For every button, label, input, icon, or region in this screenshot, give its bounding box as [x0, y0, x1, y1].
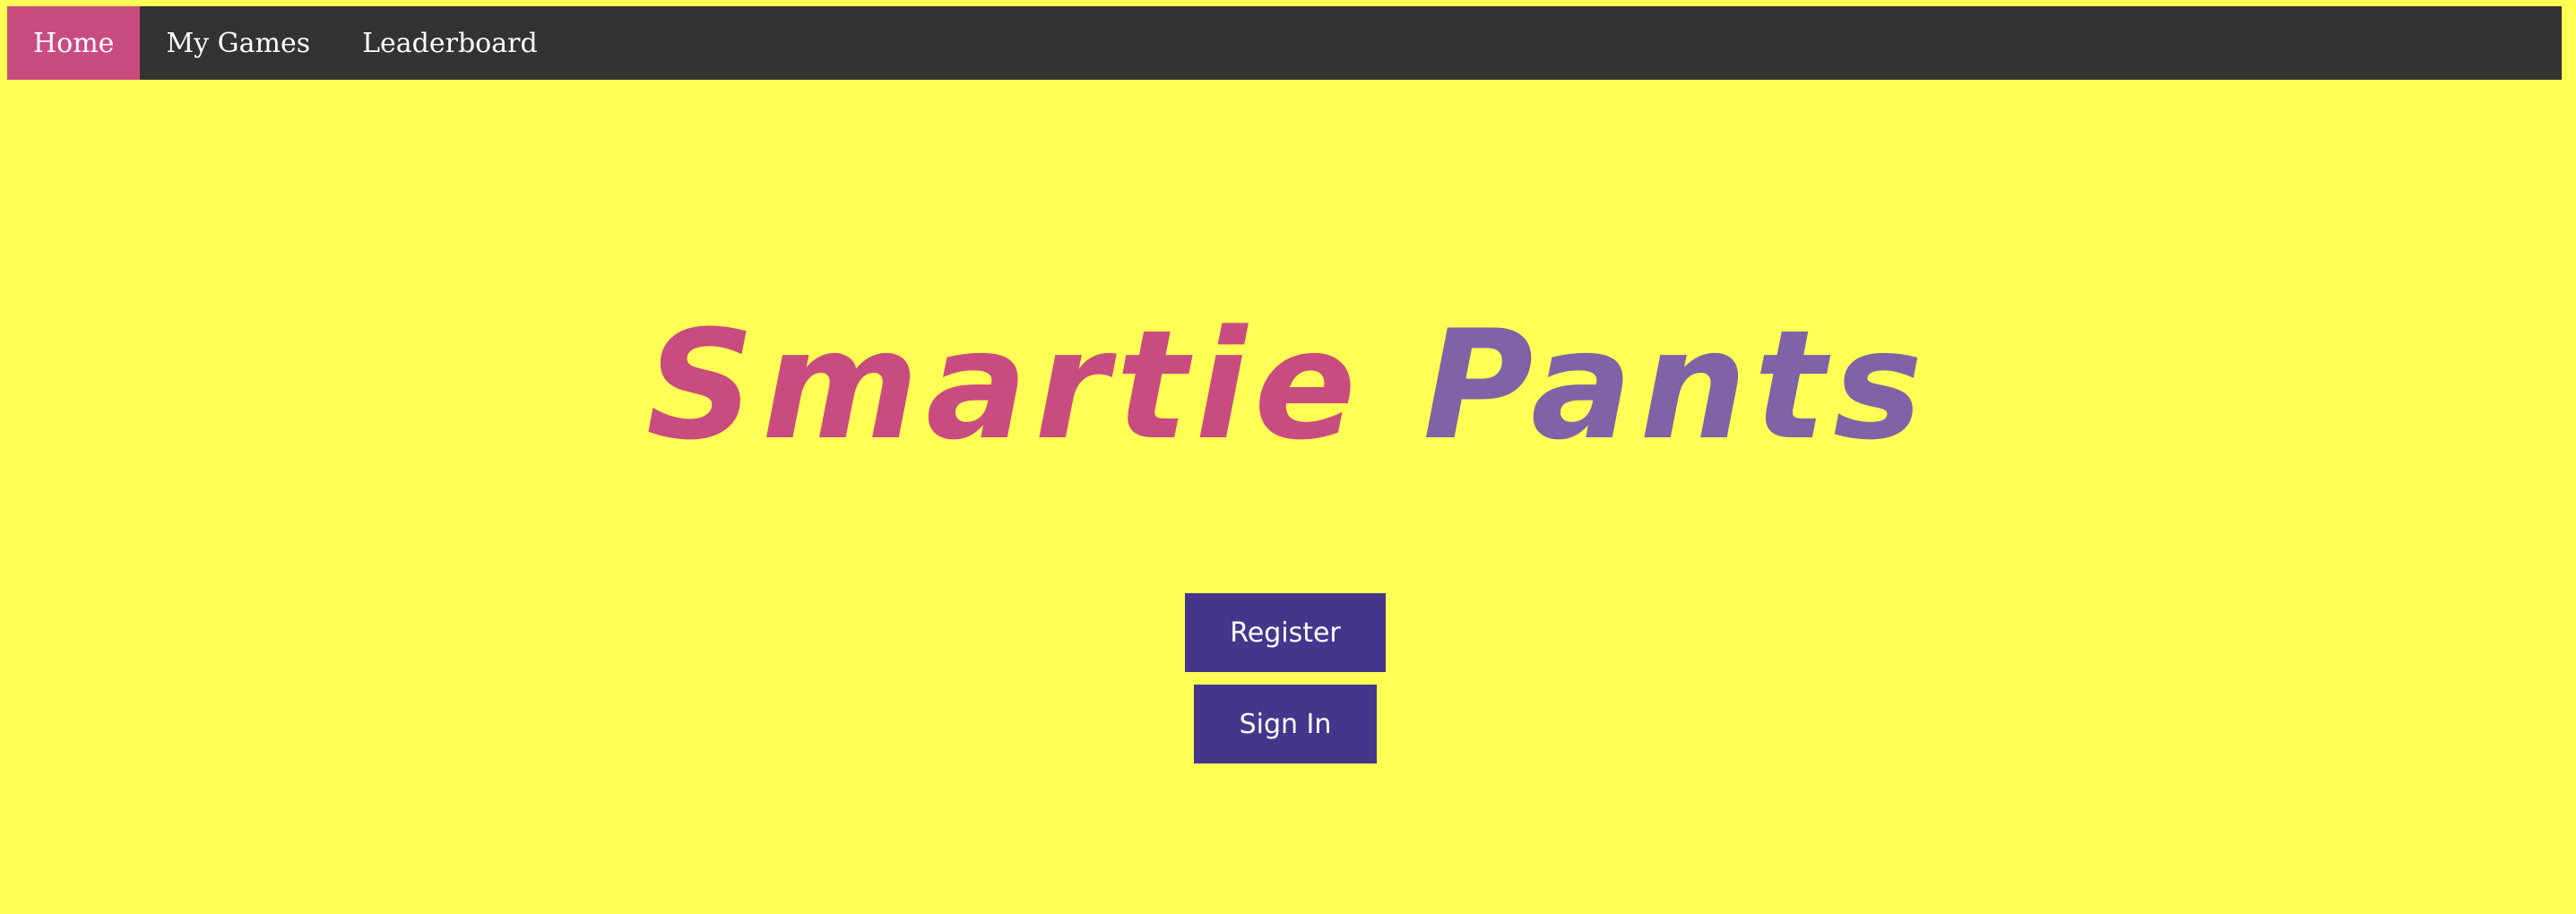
nav-leaderboard[interactable]: Leaderboard [336, 6, 564, 80]
nav-my-games[interactable]: My Games [140, 6, 336, 80]
nav-home[interactable]: Home [7, 6, 141, 80]
register-button[interactable]: Register [1185, 593, 1386, 672]
top-navbar: Home My Games Leaderboard [7, 6, 2562, 80]
app-title-smartie: Smartie [645, 297, 1363, 473]
app-title: Smartie Pants [0, 309, 2576, 461]
sign-in-button[interactable]: Sign In [1194, 685, 1377, 763]
app-title-pants: Pants [1422, 297, 1931, 473]
